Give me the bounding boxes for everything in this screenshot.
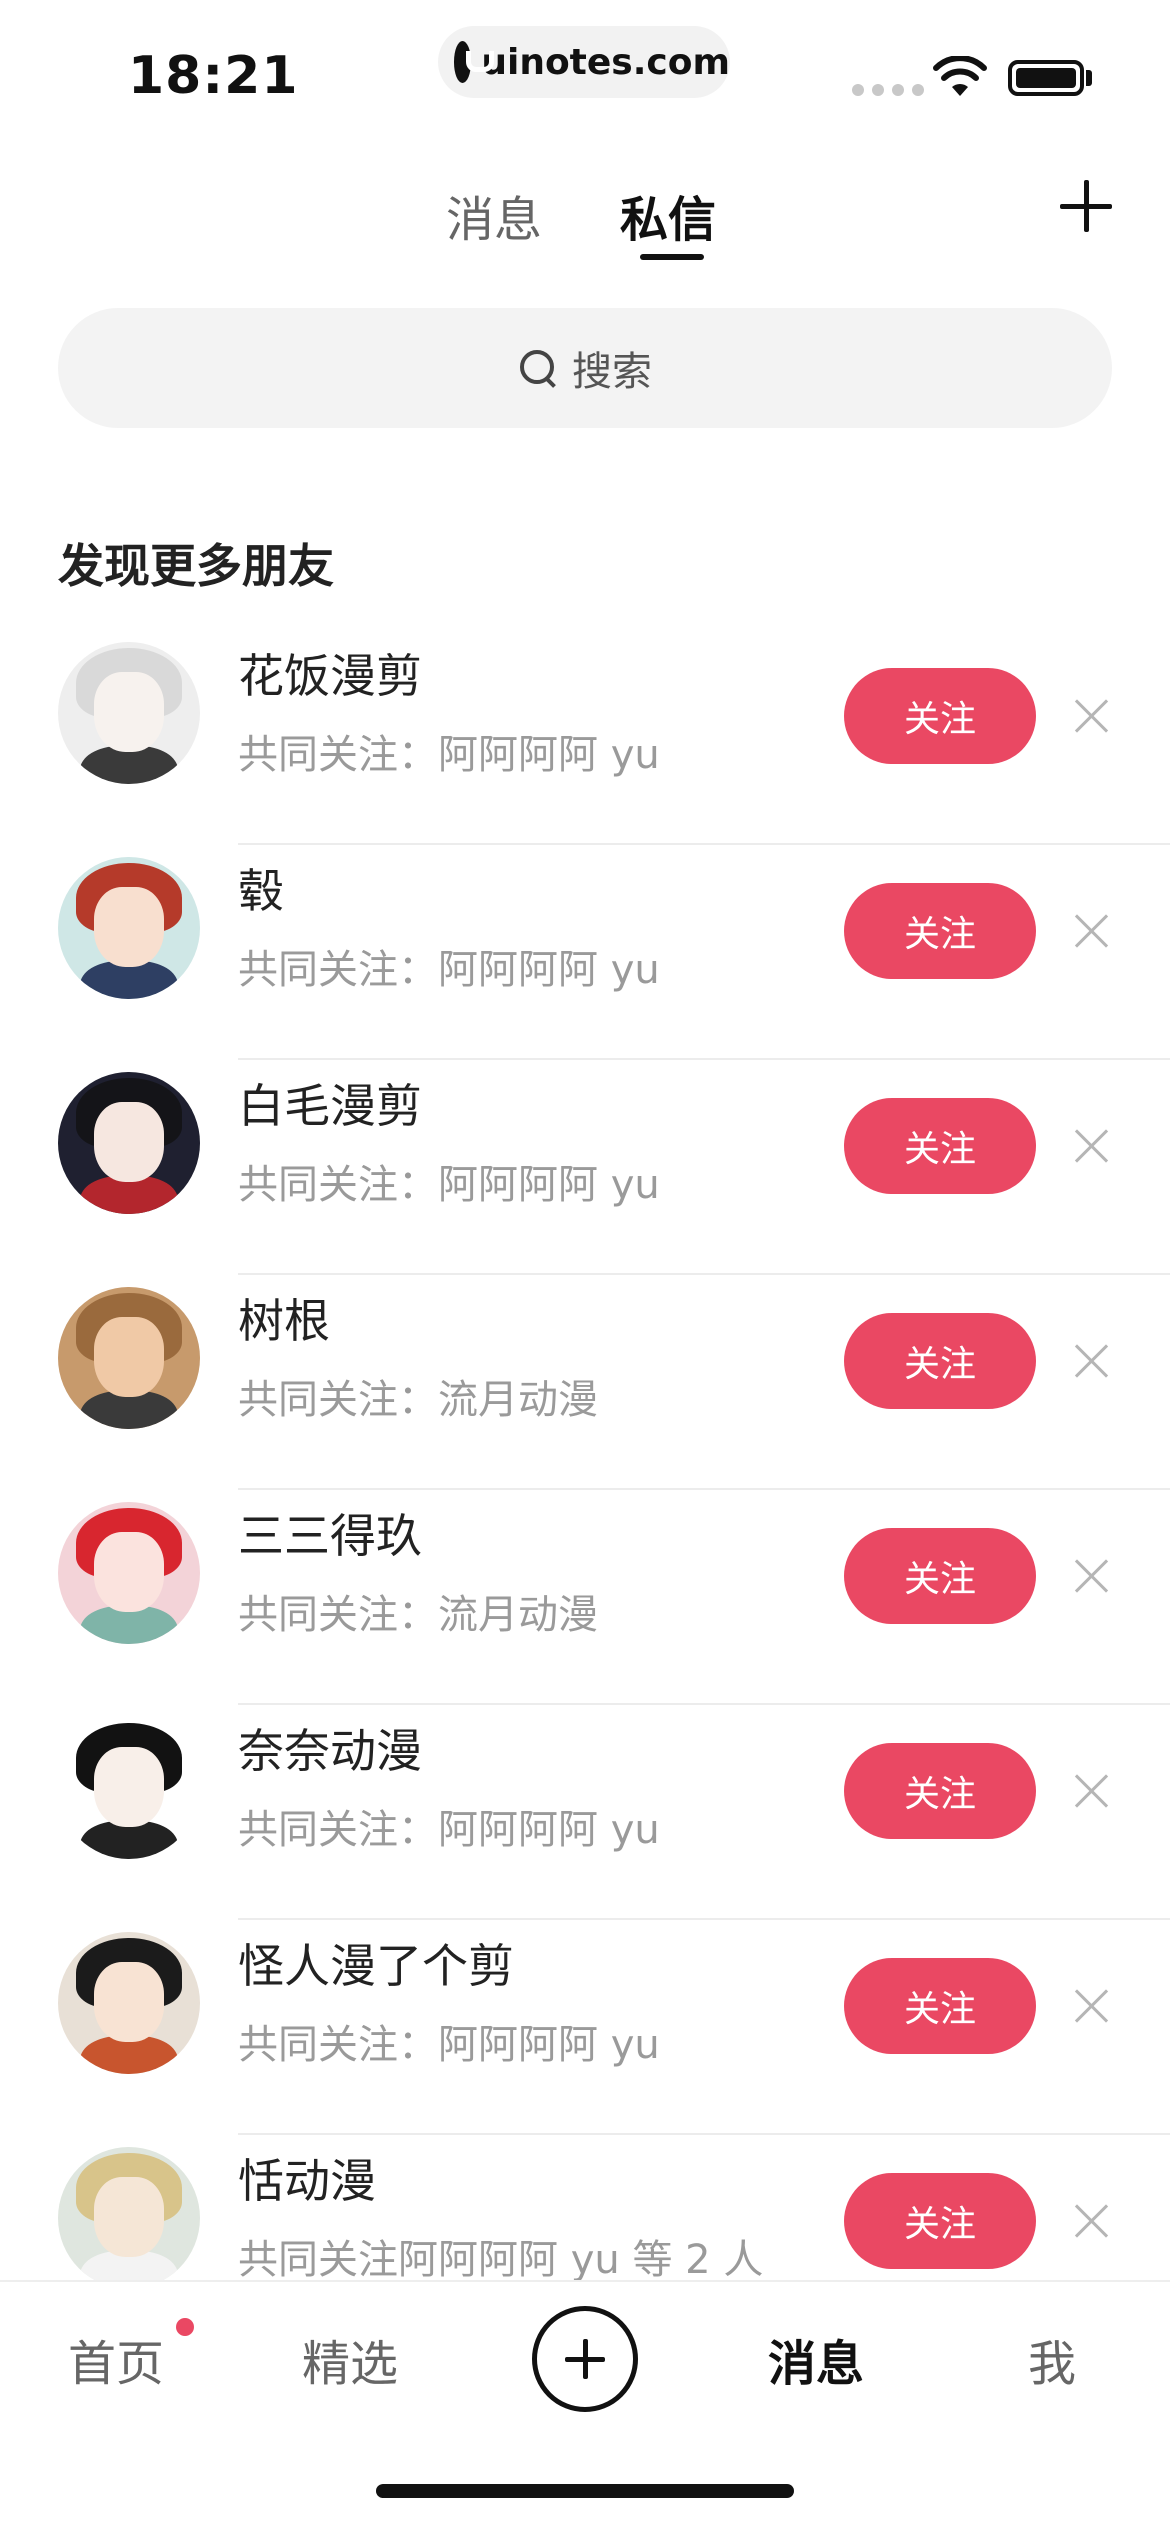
mutual-follow-text: 共同关注：阿阿阿阿 yu	[238, 947, 660, 993]
dismiss-icon[interactable]	[1074, 1558, 1110, 1594]
friend-name: 毂	[238, 864, 284, 918]
dismiss-icon[interactable]	[1074, 1343, 1110, 1379]
friend-item[interactable]: 树根共同关注：流月动漫 关注	[0, 1275, 1170, 1490]
search-bar[interactable]: 搜索	[58, 308, 1112, 428]
friend-item[interactable]: 三三得玖共同关注：流月动漫 关注	[0, 1490, 1170, 1705]
avatar[interactable]	[58, 2147, 200, 2289]
dismiss-icon[interactable]	[1074, 698, 1110, 734]
follow-button[interactable]: 关注	[844, 883, 1036, 979]
publish-plus-icon[interactable]	[532, 2306, 638, 2412]
follow-button[interactable]: 关注	[844, 1313, 1036, 1409]
avatar[interactable]	[58, 857, 200, 999]
dismiss-icon[interactable]	[1074, 913, 1110, 949]
tab-direct-messages[interactable]: 私信	[620, 180, 716, 250]
dismiss-icon[interactable]	[1074, 2203, 1110, 2239]
friend-name: 三三得玖	[238, 1509, 422, 1563]
nav-messages[interactable]: 消息	[768, 2324, 864, 2394]
avatar[interactable]	[58, 642, 200, 784]
notification-dot	[176, 2318, 194, 2336]
mutual-follow-text: 共同关注阿阿阿阿 yu 等 2 人	[238, 2237, 764, 2283]
mutual-follow-text: 共同关注：流月动漫	[238, 1377, 598, 1423]
follow-button[interactable]: 关注	[844, 668, 1036, 764]
mutual-follow-text: 共同关注：阿阿阿阿 yu	[238, 1162, 660, 1208]
home-indicator	[376, 2484, 794, 2498]
friend-name: 怪人漫了个剪	[238, 1939, 514, 1993]
mutual-follow-text: 共同关注：阿阿阿阿 yu	[238, 2022, 660, 2068]
follow-button[interactable]: 关注	[844, 1528, 1036, 1624]
follow-button[interactable]: 关注	[844, 2173, 1036, 2269]
friend-item[interactable]: 花饭漫剪共同关注：阿阿阿阿 yu 关注	[0, 630, 1170, 845]
friend-item[interactable]: 毂共同关注：阿阿阿阿 yu 关注	[0, 845, 1170, 1060]
mutual-follow-text: 共同关注：阿阿阿阿 yu	[238, 1807, 660, 1853]
nav-featured[interactable]: 精选	[302, 2324, 398, 2394]
dismiss-icon[interactable]	[1074, 1128, 1110, 1164]
dismiss-icon[interactable]	[1074, 1773, 1110, 1809]
avatar[interactable]	[58, 1502, 200, 1644]
search-placeholder: 搜索	[572, 349, 652, 395]
avatar[interactable]	[58, 1932, 200, 2074]
avatar[interactable]	[58, 1287, 200, 1429]
active-tab-indicator	[640, 254, 704, 260]
friend-item[interactable]: 奈奈动漫共同关注：阿阿阿阿 yu 关注	[0, 1705, 1170, 1920]
friend-item[interactable]: 怪人漫了个剪共同关注：阿阿阿阿 yu 关注	[0, 1920, 1170, 2135]
follow-button[interactable]: 关注	[844, 1958, 1036, 2054]
tab-messages[interactable]: 消息	[446, 180, 542, 250]
section-title: 发现更多朋友	[58, 539, 334, 593]
status-time: 18:21	[128, 46, 299, 106]
search-icon	[518, 348, 558, 388]
friend-name: 花饭漫剪	[238, 649, 422, 703]
follow-button[interactable]: 关注	[844, 1098, 1036, 1194]
url-pill[interactable]: uinotes.com	[438, 26, 730, 98]
battery-icon	[1008, 60, 1084, 96]
add-icon[interactable]	[1060, 180, 1112, 232]
nav-me[interactable]: 我	[1028, 2324, 1076, 2394]
battery-cap	[1086, 70, 1092, 86]
avatar[interactable]	[58, 1717, 200, 1859]
mutual-follow-text: 共同关注：流月动漫	[238, 1592, 598, 1638]
friend-name: 树根	[238, 1294, 330, 1348]
follow-button[interactable]: 关注	[844, 1743, 1036, 1839]
friend-name: 奈奈动漫	[238, 1724, 422, 1778]
friend-name: 恬动漫	[238, 2154, 376, 2208]
wifi-icon	[933, 56, 987, 96]
friend-item[interactable]: 白毛漫剪共同关注：阿阿阿阿 yu 关注	[0, 1060, 1170, 1275]
dismiss-icon[interactable]	[1074, 1988, 1110, 2024]
friend-suggestion-list: 花饭漫剪 共同关注：阿阿阿阿 yu 关注毂共同关注：阿阿阿阿 yu 关注 白毛漫剪 共同关…	[0, 630, 1170, 2350]
avatar[interactable]	[58, 1072, 200, 1214]
mutual-follow-text: 共同关注：阿阿阿阿 yu	[238, 732, 660, 778]
url-text: uinotes.com	[481, 41, 730, 83]
cellular-signal-icon	[852, 84, 924, 96]
friend-name: 白毛漫剪	[238, 1079, 422, 1133]
site-logo-icon	[454, 41, 495, 83]
nav-home[interactable]: 首页	[68, 2324, 164, 2394]
status-bar: 18:21 uinotes.com	[0, 0, 1170, 130]
top-tabs: 消息 私信	[0, 170, 1170, 270]
